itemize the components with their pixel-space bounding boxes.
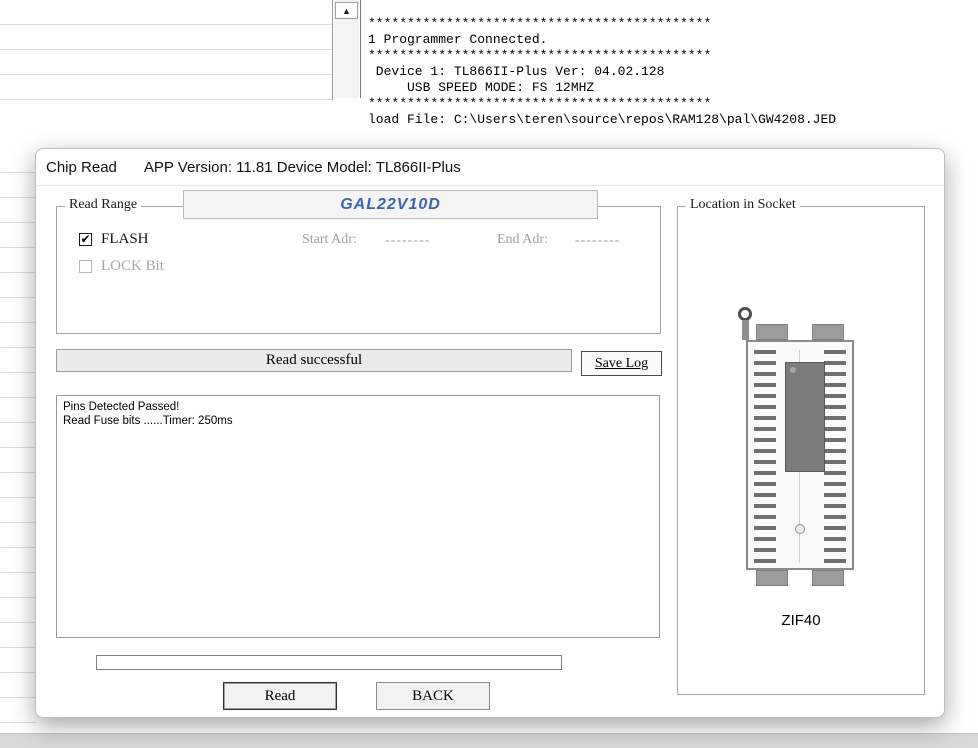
read-button[interactable]: Read — [223, 682, 337, 710]
dialog-titlebar: Chip Read APP Version: 11.81 Device Mode… — [36, 149, 944, 186]
console-line: ****************************************… — [368, 16, 978, 32]
end-adr-value: -------- — [575, 233, 620, 249]
log-line: Read Fuse bits ......Timer: 250ms — [63, 414, 653, 428]
dialog-title: Chip Read — [46, 159, 117, 176]
vertical-scrollbar[interactable]: ▲ — [334, 0, 359, 98]
socket-pin-column-left — [754, 350, 776, 563]
read-range-label: Read Range — [65, 197, 141, 213]
console-line: ****************************************… — [368, 96, 978, 112]
start-adr-value: -------- — [385, 233, 430, 249]
chip-name-tab: GAL22V10D — [183, 190, 598, 219]
bottom-bar — [0, 733, 978, 748]
log-line: Pins Detected Passed! — [63, 400, 653, 414]
console-line: ****************************************… — [368, 48, 978, 64]
dialog-subtitle: APP Version: 11.81 Device Model: TL866II… — [144, 159, 461, 176]
socket-pin-column-right — [824, 350, 846, 563]
pin1-indicator — [790, 367, 796, 373]
end-adr-label: End Adr: — [497, 232, 548, 248]
lock-bit-label: LOCK Bit — [101, 258, 164, 275]
up-arrow-icon: ▲ — [342, 6, 351, 16]
location-in-socket-label: Location in Socket — [686, 197, 800, 213]
console-line: 1 Programmer Connected. — [368, 32, 978, 48]
start-adr-label: Start Adr: — [302, 232, 357, 248]
chip-name: GAL22V10D — [340, 196, 441, 214]
zif-socket-graphic — [732, 302, 872, 602]
socket-type-label: ZIF40 — [678, 612, 924, 629]
socket-lever-stem — [742, 320, 749, 340]
chip-read-dialog: Chip Read APP Version: 11.81 Device Mode… — [35, 148, 945, 718]
log-console: ****************************************… — [362, 16, 978, 136]
inserted-chip — [785, 362, 825, 472]
pane-divider — [360, 0, 361, 98]
console-line: load File: C:\Users\teren\source\repos\R… — [368, 112, 978, 128]
lock-bit-checkbox[interactable] — [79, 260, 92, 273]
status-text: Read successful — [266, 352, 362, 369]
console-line: USB SPEED MODE: FS 12MHZ — [368, 80, 978, 96]
socket-handle-right — [812, 324, 844, 340]
socket-lever-icon — [738, 307, 752, 321]
socket-foot-left — [756, 570, 788, 586]
console-line: Device 1: TL866II-Plus Ver: 04.02.128 — [368, 64, 978, 80]
background-table-rows — [0, 148, 36, 724]
result-log-area[interactable]: Pins Detected Passed! Read Fuse bits ...… — [56, 395, 660, 638]
read-range-group: Read Range ✔ FLASH LOCK Bit Start Adr: -… — [56, 206, 661, 334]
location-in-socket-group: Location in Socket ZIF40 — [677, 206, 925, 695]
flash-checkbox[interactable]: ✔ — [79, 233, 92, 246]
scroll-up-button[interactable]: ▲ — [335, 2, 358, 19]
flash-label: FLASH — [101, 231, 149, 248]
background-buffer-table — [0, 0, 333, 100]
socket-foot-right — [812, 570, 844, 586]
socket-screw — [795, 524, 805, 534]
save-log-button[interactable]: Save Log — [581, 351, 662, 376]
progress-bar — [96, 655, 562, 670]
status-bar: Read successful — [56, 349, 572, 372]
check-icon: ✔ — [80, 233, 90, 245]
back-button[interactable]: BACK — [376, 682, 490, 710]
socket-handle-left — [756, 324, 788, 340]
socket-body — [746, 340, 854, 570]
